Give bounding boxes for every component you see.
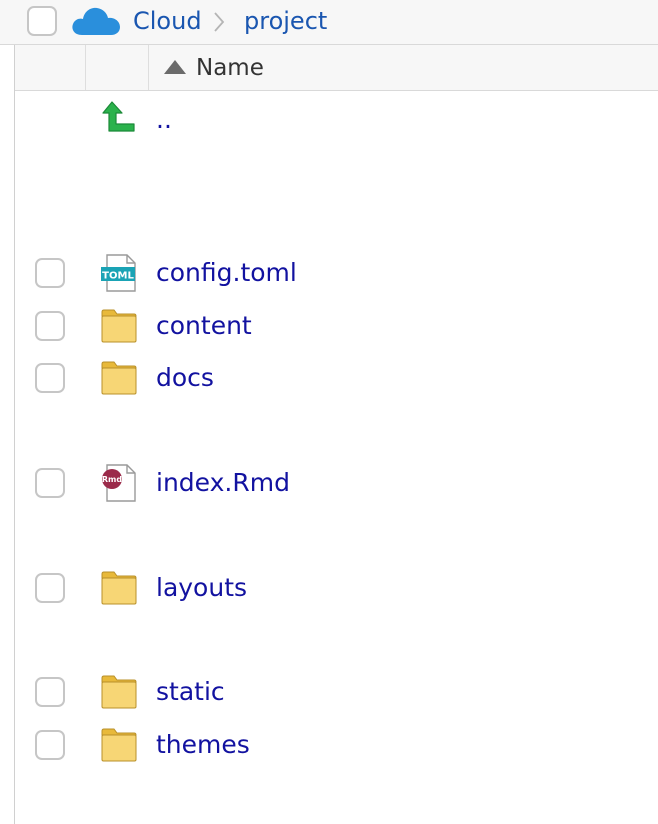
file-row[interactable]: static xyxy=(15,668,658,716)
chevron-right-icon xyxy=(214,12,225,32)
column-divider xyxy=(85,45,86,90)
file-row[interactable]: docs xyxy=(15,354,658,402)
folder-icon xyxy=(101,728,137,762)
parent-directory-row[interactable]: .. xyxy=(15,96,658,144)
cloud-icon[interactable] xyxy=(70,4,122,38)
sort-ascending-icon[interactable] xyxy=(163,59,187,75)
file-row[interactable]: TOML config.toml xyxy=(15,249,658,297)
folder-icon xyxy=(101,309,137,343)
row-checkbox[interactable] xyxy=(35,468,65,498)
toml-file-icon: TOML xyxy=(101,254,136,292)
breadcrumb: Cloud project xyxy=(0,0,658,45)
file-row[interactable]: content xyxy=(15,302,658,350)
file-link[interactable]: index.Rmd xyxy=(156,466,290,500)
folder-icon xyxy=(101,675,137,709)
column-divider xyxy=(148,45,149,90)
svg-text:TOML: TOML xyxy=(102,271,134,282)
folder-link[interactable]: themes xyxy=(156,728,250,762)
folder-link[interactable]: layouts xyxy=(156,571,247,605)
file-row[interactable]: themes xyxy=(15,721,658,769)
folder-icon xyxy=(101,571,137,605)
column-name-header[interactable]: Name xyxy=(196,53,264,83)
folder-link[interactable]: static xyxy=(156,675,225,709)
folder-link[interactable]: content xyxy=(156,309,252,343)
rmd-file-icon: Rmd xyxy=(102,464,136,502)
svg-text:Rmd: Rmd xyxy=(102,475,122,484)
row-checkbox[interactable] xyxy=(35,677,65,707)
row-checkbox[interactable] xyxy=(35,258,65,288)
row-checkbox[interactable] xyxy=(35,311,65,341)
parent-directory-link[interactable]: .. xyxy=(156,103,172,137)
folder-icon xyxy=(101,361,137,395)
breadcrumb-cloud[interactable]: Cloud xyxy=(133,6,202,36)
up-arrow-icon[interactable] xyxy=(100,100,140,140)
file-row[interactable]: Rmd index.Rmd xyxy=(15,459,658,507)
folder-link[interactable]: docs xyxy=(156,361,214,395)
file-link[interactable]: config.toml xyxy=(156,256,297,290)
row-checkbox[interactable] xyxy=(35,573,65,603)
breadcrumb-project[interactable]: project xyxy=(244,6,327,36)
row-checkbox[interactable] xyxy=(35,730,65,760)
row-checkbox[interactable] xyxy=(35,363,65,393)
column-header: Name xyxy=(15,45,658,91)
file-row[interactable]: layouts xyxy=(15,564,658,612)
file-browser-pane: Cloud project Name .. TOML config.toml c… xyxy=(0,0,658,824)
select-all-checkbox[interactable] xyxy=(27,6,57,36)
